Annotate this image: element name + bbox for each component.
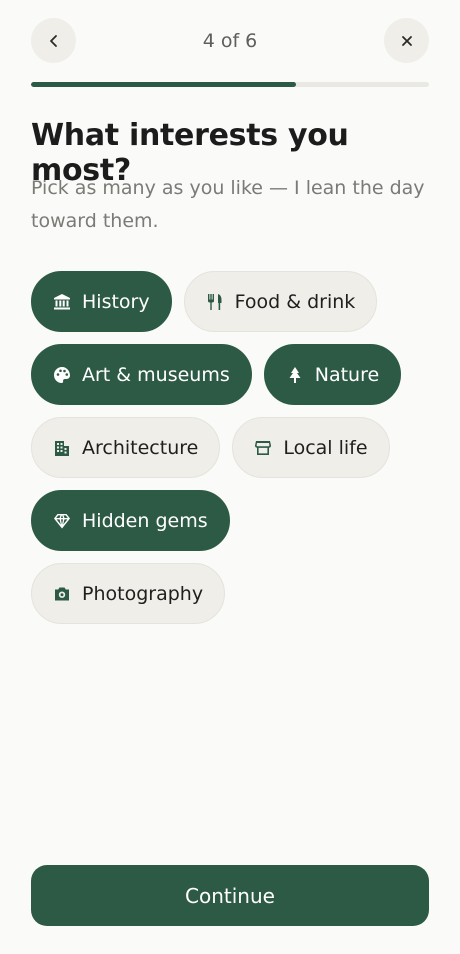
interest-chip-list: History Food & drink Art & museums Nature Ar…	[31, 271, 431, 624]
progress-bar	[31, 82, 429, 87]
camera-icon	[52, 584, 72, 604]
storefront-icon	[253, 438, 273, 458]
page-subtitle: Pick as many as you like — I lean the da…	[31, 177, 425, 232]
tree-icon	[285, 365, 305, 385]
gem-icon	[52, 511, 72, 531]
interest-chip-label: Food & drink	[234, 290, 356, 313]
progress-fill	[31, 82, 297, 87]
interest-chip-label: Architecture	[82, 436, 199, 459]
interest-chip-art-museums[interactable]: Art & museums	[31, 344, 252, 405]
building-icon	[52, 438, 72, 458]
continue-button[interactable]: Continue	[31, 865, 429, 926]
interest-chip-label: History	[82, 290, 150, 313]
museum-icon	[52, 292, 72, 312]
interest-chip-hidden-gems[interactable]: Hidden gems	[31, 490, 230, 551]
top-bar: 4 of 6	[31, 18, 429, 63]
interest-chip-label: Local life	[283, 436, 368, 459]
interest-chip-label: Art & museums	[82, 363, 230, 386]
palette-icon	[52, 365, 72, 385]
interest-chip-photography[interactable]: Photography	[31, 563, 226, 624]
interest-chip-architecture[interactable]: Architecture	[31, 417, 221, 478]
interest-chip-label: Nature	[314, 363, 380, 386]
interest-chip-history[interactable]: History	[31, 271, 172, 332]
interest-chip-label: Hidden gems	[82, 509, 208, 532]
utensils-icon	[205, 292, 225, 312]
close-icon	[401, 35, 413, 47]
interest-chip-label: Photography	[82, 582, 204, 605]
close-button[interactable]	[384, 18, 429, 63]
step-indicator: 4 of 6	[202, 29, 258, 52]
interest-chip-nature[interactable]: Nature	[263, 344, 402, 405]
interest-chip-local-life[interactable]: Local life	[232, 417, 390, 478]
interest-chip-food-drink[interactable]: Food & drink	[183, 271, 378, 332]
